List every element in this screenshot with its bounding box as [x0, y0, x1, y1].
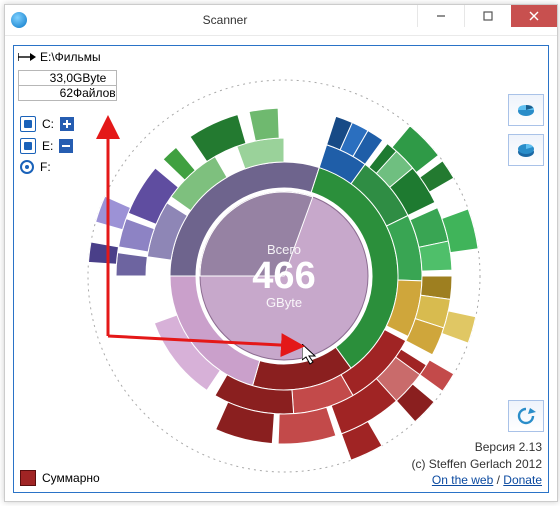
web-link[interactable]: On the web — [432, 473, 493, 487]
summary-toggle[interactable]: Суммарно — [20, 470, 100, 486]
path-text: E:\Фильмы — [40, 50, 101, 64]
app-window: Scanner E:\Фильмы 33,0 GByte 62 Файлов — [4, 4, 558, 502]
drive-icon — [20, 116, 36, 132]
sunburst-chart[interactable]: Всего 466 GByte — [84, 76, 484, 476]
pie-3d-button[interactable] — [508, 134, 544, 166]
expand-icon[interactable] — [60, 117, 74, 131]
drive-row-c[interactable]: C: — [20, 116, 74, 132]
donate-link[interactable]: Donate — [503, 473, 542, 487]
drive-row-e[interactable]: E: — [20, 138, 74, 154]
window-controls — [417, 5, 557, 35]
drive-list: C: E: F: — [20, 116, 74, 174]
minimize-button[interactable] — [417, 5, 464, 27]
client-area: E:\Фильмы 33,0 GByte 62 Файлов C: — [13, 45, 549, 493]
drive-icon — [20, 160, 34, 174]
breadcrumb[interactable]: E:\Фильмы — [18, 50, 101, 64]
drive-label: F: — [40, 160, 51, 174]
window-title: Scanner — [33, 13, 417, 27]
summary-label: Суммарно — [42, 471, 100, 485]
path-arrow-icon — [18, 51, 36, 63]
close-button[interactable] — [511, 5, 557, 27]
mouse-cursor-icon — [302, 344, 320, 366]
drive-icon — [20, 138, 36, 154]
version-label: Версия 2.13 — [411, 439, 542, 455]
copyright-label: (c) Steffen Gerlach 2012 — [411, 456, 542, 472]
summary-swatch-icon — [20, 470, 36, 486]
pie-2d-button[interactable] — [508, 94, 544, 126]
app-icon — [11, 12, 27, 28]
drive-label: C: — [42, 117, 54, 131]
collapse-icon[interactable] — [59, 139, 73, 153]
drive-label: E: — [42, 139, 53, 153]
refresh-button[interactable] — [508, 400, 544, 432]
size-value: 33,0 — [19, 71, 74, 86]
maximize-button[interactable] — [464, 5, 511, 27]
credits: Версия 2.13 (c) Steffen Gerlach 2012 On … — [411, 439, 542, 488]
file-count: 62 — [19, 86, 74, 101]
titlebar: Scanner — [5, 5, 557, 36]
drive-row-f[interactable]: F: — [20, 160, 74, 174]
